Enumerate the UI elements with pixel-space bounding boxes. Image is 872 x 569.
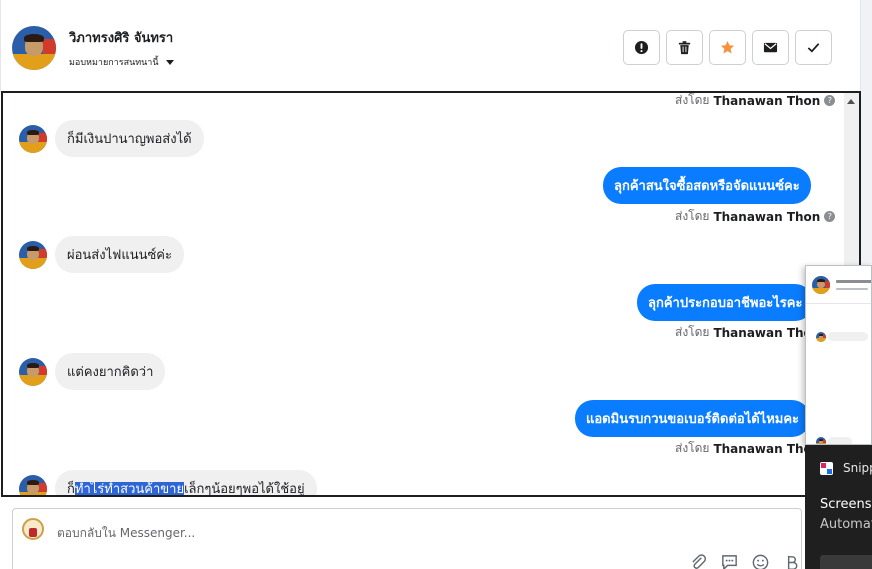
incoming-message: แต่คงยากคิดว่า — [19, 353, 166, 390]
sender-avatar — [19, 357, 47, 386]
contact-avatar[interactable] — [12, 26, 56, 70]
report-button[interactable] — [623, 30, 660, 65]
screenshot-thumbnail[interactable] — [805, 265, 872, 445]
star-icon — [720, 40, 735, 54]
outgoing-message[interactable]: ลุกค้าประกอบอาชีพอะไรคะ — [637, 284, 814, 321]
notification-title: Screensh — [820, 497, 872, 512]
page-avatar — [22, 518, 44, 540]
sent-by-caption: ส่งโดย Thanawan Thon ? — [675, 207, 836, 226]
payment-icon[interactable] — [782, 553, 801, 569]
outgoing-message[interactable]: แอดมินรบกวนขอเบอร์ติดต่อได้ไหมคะ — [575, 400, 811, 437]
contact-name[interactable]: วิภาทรงศิริ จันทรา — [69, 27, 173, 48]
delete-button[interactable] — [666, 30, 703, 65]
snipping-tool-notification[interactable]: Snipp Screensh Automat — [805, 445, 872, 569]
assign-conversation-dropdown[interactable]: มอบหมายการสนทนานี้ — [69, 55, 174, 69]
conversation-header: วิภาทรงศิริ จันทรา มอบหมายการสนทนานี้ — [0, 0, 860, 92]
help-icon[interactable]: ? — [824, 211, 836, 222]
emoji-icon[interactable] — [751, 553, 770, 569]
incoming-message: ผ่อนส่งไฟแนนซ์ค่ะ — [19, 236, 184, 273]
help-icon[interactable]: ? — [824, 95, 836, 106]
selected-text[interactable]: ทำไร่ทำสวนค้าขาย — [74, 482, 185, 495]
message-bubble[interactable]: ก็ทำไร่ทำสวนค้าขายเล็กๆน้อยๆพอได้ใช้อยู่ — [55, 470, 317, 495]
snipping-tool-icon — [820, 462, 833, 475]
caret-down-icon — [165, 59, 174, 65]
message-bubble[interactable]: ก็มีเงินปานาญพอส่งได้ — [55, 120, 204, 157]
message-thread[interactable]: ส่งโดย Thanawan Thon ? ก็มีเงินปานาญพอส่… — [1, 91, 861, 497]
reply-composer: ตอบกลับใน Messenger... — [12, 508, 802, 569]
incoming-message: ก็ทำไร่ทำสวนค้าขายเล็กๆน้อยๆพอได้ใช้อยู่ — [19, 470, 317, 495]
notification-app-name: Snipp — [843, 461, 872, 475]
notification-subtitle: Automat — [820, 517, 872, 532]
checkmark-icon — [807, 43, 820, 53]
star-button[interactable] — [709, 30, 746, 65]
outgoing-message[interactable]: ลุกค้าสนใจซื้อสดหรือจัดแนนซ์คะ — [603, 167, 811, 204]
paperclip-icon[interactable] — [689, 553, 708, 569]
sender-avatar — [19, 240, 47, 269]
message-bubble[interactable]: ผ่อนส่งไฟแนนซ์ค่ะ — [55, 236, 184, 273]
done-button[interactable] — [795, 30, 832, 65]
message-bubble[interactable]: แต่คงยากคิดว่า — [55, 353, 166, 390]
composer-toolbar — [689, 553, 801, 569]
incoming-message: ก็มีเงินปานาญพอส่งได้ — [19, 120, 204, 157]
conversation-actions — [623, 30, 832, 65]
scroll-up-arrow-icon[interactable] — [847, 99, 855, 104]
reply-input[interactable]: ตอบกลับใน Messenger... — [57, 524, 195, 543]
sent-by-caption: ส่งโดย Thanawan Thon ? — [675, 93, 836, 110]
notification-action-button[interactable] — [820, 555, 872, 569]
saved-replies-icon[interactable] — [720, 553, 739, 569]
mail-button[interactable] — [752, 30, 789, 65]
assign-label: มอบหมายการสนทนานี้ — [69, 58, 159, 68]
envelope-icon — [763, 42, 778, 53]
alert-icon — [634, 40, 649, 55]
sender-avatar — [19, 474, 47, 495]
sender-avatar — [19, 124, 47, 153]
trash-icon — [678, 41, 691, 55]
